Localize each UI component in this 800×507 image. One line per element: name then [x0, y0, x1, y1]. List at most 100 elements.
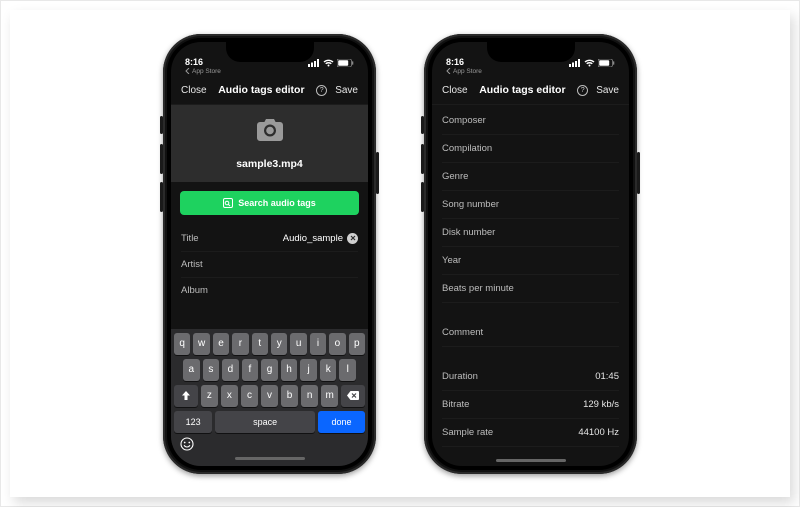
search-audio-tags-button[interactable]: Search audio tags	[180, 191, 359, 215]
key-i[interactable]: i	[310, 333, 326, 355]
nav-bar: Close Audio tags editor ? Save	[171, 77, 368, 105]
key-y[interactable]: y	[271, 333, 287, 355]
field-label: Song number	[442, 199, 499, 210]
keyboard[interactable]: qwertyuiop asdfghjkl zxcvbnm 123 space d…	[171, 329, 368, 466]
field-value: 129 kb/s	[583, 399, 619, 410]
field-compilation[interactable]: Compilation	[442, 135, 619, 163]
field-year[interactable]: Year	[442, 247, 619, 275]
key-s[interactable]: s	[203, 359, 220, 381]
tag-fields: Title Audio_sample Artist Album	[171, 224, 368, 307]
field-label: Artist	[181, 259, 203, 270]
status-breadcrumb[interactable]: App Store	[432, 68, 629, 77]
signal-icon	[569, 59, 581, 67]
cover-art-zone[interactable]: sample3.mp4	[171, 105, 368, 182]
info-bitrate: Bitrate 129 kb/s	[442, 391, 619, 419]
field-title[interactable]: Title Audio_sample	[181, 226, 358, 252]
key-h[interactable]: h	[281, 359, 298, 381]
info-number-of-channels: Number of channels2	[442, 447, 619, 455]
key-o[interactable]: o	[329, 333, 345, 355]
field-label: Comment	[442, 327, 483, 338]
status-time: 8:16	[446, 57, 464, 67]
key-space[interactable]: space	[215, 411, 315, 433]
key-n[interactable]: n	[301, 385, 318, 407]
field-value: 44100 Hz	[578, 427, 619, 438]
key-d[interactable]: d	[222, 359, 239, 381]
status-breadcrumb[interactable]: App Store	[171, 68, 368, 77]
field-value: 01:45	[595, 371, 619, 382]
field-album[interactable]: Album	[181, 278, 358, 303]
field-composer[interactable]: Composer	[442, 107, 619, 135]
title-input[interactable]: Audio_sample	[283, 233, 343, 244]
key-u[interactable]: u	[290, 333, 306, 355]
wifi-icon	[584, 59, 595, 67]
camera-icon	[257, 119, 283, 141]
status-time: 8:16	[185, 57, 203, 67]
key-a[interactable]: a	[183, 359, 200, 381]
nav-bar: Close Audio tags editor ? Save	[432, 77, 629, 105]
key-g[interactable]: g	[261, 359, 278, 381]
chevron-left-icon	[446, 68, 451, 74]
field-label: Bitrate	[442, 399, 469, 410]
phone-right: 8:16 App Store Close Audio tags editor ?…	[424, 34, 637, 474]
help-icon[interactable]: ?	[316, 85, 327, 96]
filename-label: sample3.mp4	[171, 158, 368, 170]
key-b[interactable]: b	[281, 385, 298, 407]
field-artist[interactable]: Artist	[181, 252, 358, 278]
battery-icon	[598, 59, 615, 67]
clear-text-button[interactable]	[347, 233, 358, 244]
field-song-number[interactable]: Song number	[442, 191, 619, 219]
field-disk-number[interactable]: Disk number	[442, 219, 619, 247]
field-label: Beats per minute	[442, 283, 514, 294]
key-backspace[interactable]	[341, 385, 365, 407]
field-label: Genre	[442, 171, 468, 182]
field-label: Sample rate	[442, 427, 493, 438]
key-l[interactable]: l	[339, 359, 356, 381]
field-comment[interactable]: Comment	[442, 319, 619, 347]
key-q[interactable]: q	[174, 333, 190, 355]
key-x[interactable]: x	[221, 385, 238, 407]
key-w[interactable]: w	[193, 333, 209, 355]
key-t[interactable]: t	[252, 333, 268, 355]
close-button[interactable]: Close	[181, 85, 207, 96]
close-button[interactable]: Close	[442, 85, 468, 96]
tag-fields-extended: Composer Compilation Genre Song number Disk …	[432, 105, 629, 455]
field-beats-per-minute[interactable]: Beats per minute	[442, 275, 619, 303]
phone-left: 8:16 App Store Close Audio tags editor ?…	[163, 34, 376, 474]
key-c[interactable]: c	[241, 385, 258, 407]
help-icon[interactable]: ?	[577, 85, 588, 96]
key-v[interactable]: v	[261, 385, 278, 407]
key-e[interactable]: e	[213, 333, 229, 355]
home-indicator[interactable]	[496, 459, 566, 462]
field-label: Duration	[442, 371, 478, 382]
info-duration: Duration 01:45	[442, 363, 619, 391]
save-button[interactable]: Save	[335, 85, 358, 96]
key-shift[interactable]	[174, 385, 198, 407]
key-123[interactable]: 123	[174, 411, 212, 433]
field-label: Year	[442, 255, 461, 266]
chevron-left-icon	[185, 68, 190, 74]
status-bar: 8:16	[171, 42, 368, 68]
key-j[interactable]: j	[300, 359, 317, 381]
home-indicator[interactable]	[235, 457, 305, 460]
key-done[interactable]: done	[318, 411, 365, 433]
page-title: Audio tags editor	[218, 84, 304, 96]
key-r[interactable]: r	[232, 333, 248, 355]
signal-icon	[308, 59, 320, 67]
key-k[interactable]: k	[320, 359, 337, 381]
emoji-button[interactable]	[180, 437, 196, 453]
search-tag-icon	[223, 198, 233, 208]
save-button[interactable]: Save	[596, 85, 619, 96]
field-genre[interactable]: Genre	[442, 163, 619, 191]
page-title: Audio tags editor	[479, 84, 565, 96]
key-p[interactable]: p	[349, 333, 365, 355]
key-z[interactable]: z	[201, 385, 218, 407]
field-label: Title	[181, 233, 199, 244]
field-label: Disk number	[442, 227, 495, 238]
info-sample-rate: Sample rate 44100 Hz	[442, 419, 619, 447]
key-m[interactable]: m	[321, 385, 338, 407]
status-bar: 8:16	[432, 42, 629, 68]
wifi-icon	[323, 59, 334, 67]
field-label: Composer	[442, 115, 486, 126]
field-label: Compilation	[442, 143, 492, 154]
key-f[interactable]: f	[242, 359, 259, 381]
